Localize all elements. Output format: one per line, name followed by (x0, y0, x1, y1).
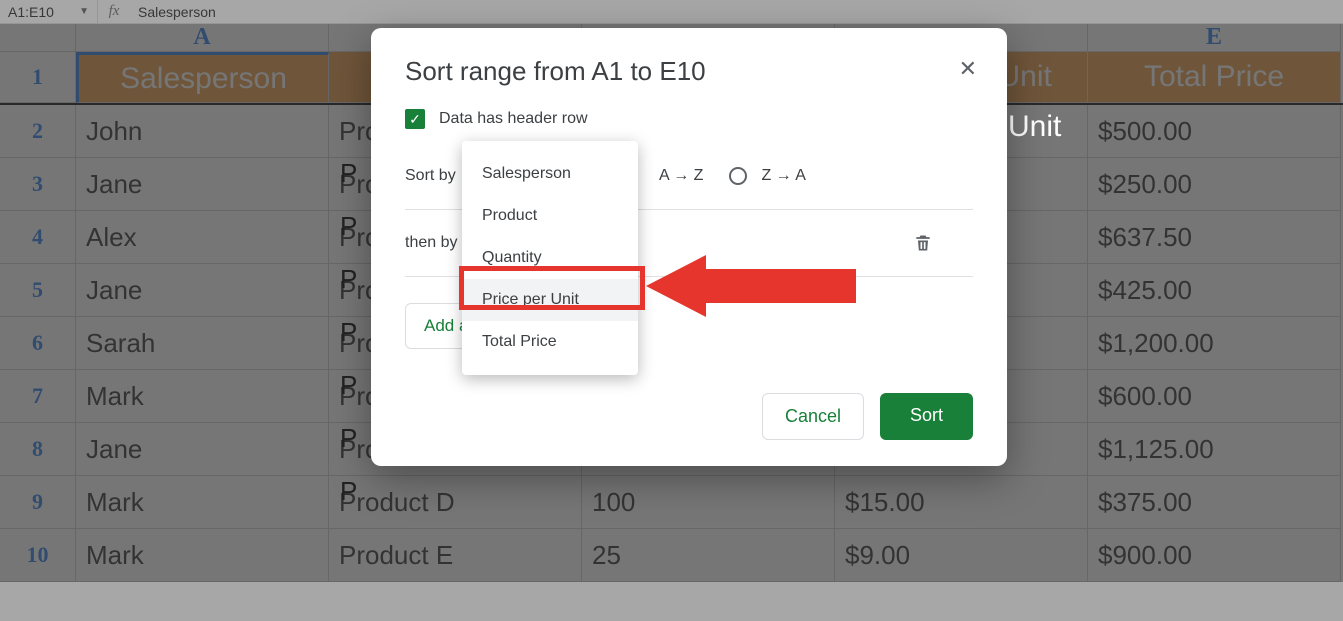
header-cell-total-price[interactable]: Total Price (1088, 52, 1341, 103)
row-header[interactable]: 4 (0, 211, 76, 264)
name-box[interactable]: A1:E10 ▼ (8, 0, 98, 23)
cell[interactable]: Product D (329, 476, 582, 529)
cell[interactable]: Jane (76, 423, 329, 476)
cell[interactable]: 25 (582, 529, 835, 582)
cell[interactable]: $375.00 (1088, 476, 1341, 529)
dropdown-item-total-price[interactable]: Total Price (462, 321, 638, 363)
row-header[interactable]: 5 (0, 264, 76, 317)
formula-content[interactable]: Salesperson (130, 4, 216, 20)
sort-by-label: Sort by (405, 167, 465, 185)
cell[interactable]: Mark (76, 476, 329, 529)
cell[interactable]: Jane (76, 158, 329, 211)
radio-za[interactable]: Z → A (729, 167, 805, 185)
fx-icon[interactable]: fx (98, 3, 130, 20)
header-row-checkbox-row[interactable]: ✓ Data has header row (405, 109, 973, 129)
trash-icon (913, 232, 933, 254)
name-box-dropdown-icon[interactable]: ▼ (79, 6, 89, 17)
cell[interactable]: $900.00 (1088, 529, 1341, 582)
header-row-label: Data has header row (439, 110, 588, 128)
close-icon[interactable]: ✕ (959, 58, 977, 80)
row-header[interactable]: 2 (0, 105, 76, 158)
formula-bar: A1:E10 ▼ fx Salesperson (0, 0, 1343, 24)
cell[interactable]: $1,125.00 (1088, 423, 1341, 476)
row-header[interactable]: 7 (0, 370, 76, 423)
cell[interactable]: Alex (76, 211, 329, 264)
dropdown-item-quantity[interactable]: Quantity (462, 237, 638, 279)
cell[interactable]: John (76, 105, 329, 158)
radio-az-label: A → Z (659, 167, 703, 185)
delete-sort-column-button[interactable] (913, 232, 933, 254)
row-header[interactable]: 10 (0, 529, 76, 582)
cell[interactable]: Mark (76, 529, 329, 582)
cell[interactable]: $1,200.00 (1088, 317, 1341, 370)
then-by-label: then by (405, 234, 465, 252)
cell[interactable]: $9.00 (835, 529, 1088, 582)
col-header-a[interactable]: A (76, 24, 329, 52)
sort-button[interactable]: Sort (880, 393, 973, 440)
cell[interactable]: $15.00 (835, 476, 1088, 529)
cell[interactable]: $425.00 (1088, 264, 1341, 317)
cell[interactable]: $500.00 (1088, 105, 1341, 158)
cell[interactable]: $600.00 (1088, 370, 1341, 423)
row-header[interactable]: 6 (0, 317, 76, 370)
radio-za-label: Z → A (761, 167, 805, 185)
sort-direction-group: A → Z Z → A (659, 167, 806, 185)
dropdown-item-salesperson[interactable]: Salesperson (462, 153, 638, 195)
cell[interactable]: $637.50 (1088, 211, 1341, 264)
cell[interactable]: 100 (582, 476, 835, 529)
row-header[interactable]: 8 (0, 423, 76, 476)
dropdown-item-price-per-unit[interactable]: Price per Unit (462, 279, 638, 321)
row-header[interactable]: 3 (0, 158, 76, 211)
dialog-actions: Cancel Sort (405, 393, 973, 440)
sort-column-dropdown[interactable]: Salesperson Product Quantity Price per U… (462, 141, 638, 375)
dropdown-item-product[interactable]: Product (462, 195, 638, 237)
cell[interactable]: Product E (329, 529, 582, 582)
row-header[interactable]: 1 (0, 52, 76, 103)
dialog-title: Sort range from A1 to E10 (405, 56, 973, 87)
row-header[interactable]: 9 (0, 476, 76, 529)
cancel-button[interactable]: Cancel (762, 393, 864, 440)
cell[interactable]: Mark (76, 370, 329, 423)
radio-az[interactable]: A → Z (659, 167, 703, 185)
col-header-e[interactable]: E (1088, 24, 1341, 52)
table-row: 10 Mark Product E 25 $9.00 $900.00 (0, 529, 1343, 582)
cell[interactable]: Jane (76, 264, 329, 317)
range-reference: A1:E10 (8, 4, 54, 20)
table-row: 9 Mark Product D 100 $15.00 $375.00 (0, 476, 1343, 529)
header-cell-salesperson[interactable]: Salesperson (76, 52, 329, 103)
select-all-corner[interactable] (0, 24, 76, 52)
checkbox-checked-icon[interactable]: ✓ (405, 109, 425, 129)
cell[interactable]: Sarah (76, 317, 329, 370)
radio-icon (729, 167, 747, 185)
cell[interactable]: $250.00 (1088, 158, 1341, 211)
